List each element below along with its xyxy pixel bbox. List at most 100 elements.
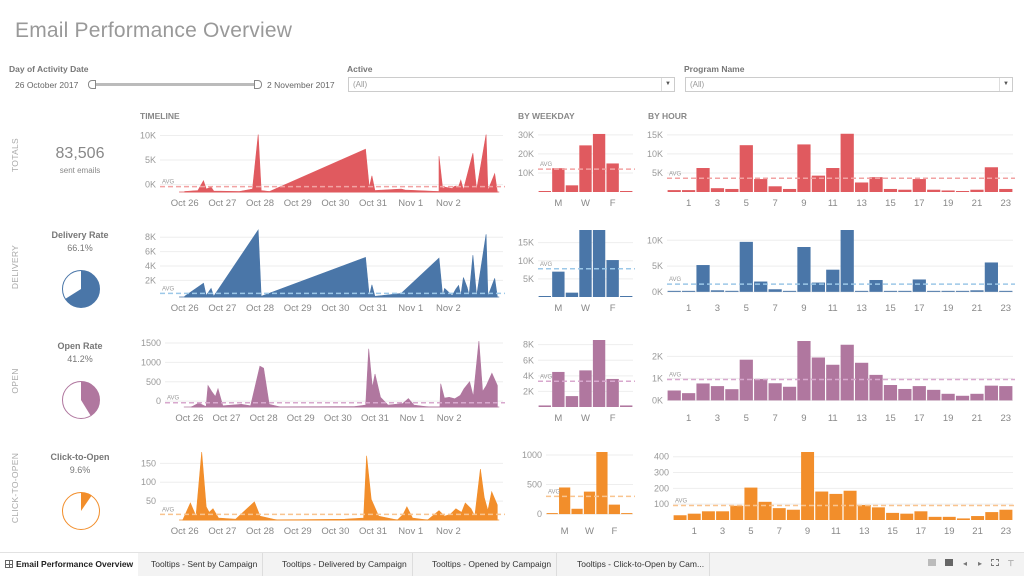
bar <box>754 379 768 401</box>
bar <box>912 179 926 192</box>
bar <box>928 516 942 520</box>
active-filter-dropdown[interactable]: (All) ▼ <box>348 77 675 92</box>
tab-tooltips-sent[interactable]: Tooltips - Sent by Campaign <box>146 553 264 576</box>
tab-tooltips-delivered[interactable]: Tooltips - Delivered by Campaign <box>277 553 413 576</box>
date-filter-start: 26 October 2017 <box>15 80 79 90</box>
average-label: AVG <box>162 507 175 513</box>
open-timeline-chart[interactable]: 0 500 1000 1500 Oct 26 Oct 27 Oct 28 Oct 29 Oct … <box>130 335 505 425</box>
fullscreen-icon[interactable] <box>990 559 1000 569</box>
x-tick-label: F <box>610 198 616 209</box>
y-tick-label: 0 <box>156 396 161 406</box>
y-tick-label: 6K <box>523 355 534 365</box>
delivery-weekday-chart[interactable]: 5K 10K 15K M W F AVG <box>510 225 635 315</box>
bar <box>826 269 840 292</box>
page-title: Email Performance Overview <box>15 19 293 42</box>
date-filter-label: Day of Activity Date <box>9 64 89 74</box>
bar <box>898 290 912 292</box>
bar <box>608 504 620 515</box>
totals-timeline-chart[interactable]: 0K 5K 10K Oct 26 Oct 27 Oct 28 Oct 29 Oct 30 Oct… <box>130 128 505 210</box>
average-label: AVG <box>669 277 682 283</box>
x-tick-label: W <box>581 413 590 424</box>
bar <box>941 393 955 401</box>
bar <box>942 516 956 520</box>
totals-hour-chart[interactable]: 5K10K15K1 3 5 7 9 11 13 15 17 19 21 23AVG <box>640 128 1015 210</box>
bar <box>744 487 758 520</box>
bar <box>782 386 797 401</box>
bar <box>596 452 608 515</box>
y-tick-label: 400 <box>654 452 669 462</box>
x-tick-label: 13 <box>856 303 867 314</box>
x-tick-label: 11 <box>828 198 838 209</box>
x-tick-label: 3 <box>720 526 725 537</box>
x-tick-label: W <box>581 303 590 314</box>
bar <box>620 296 633 297</box>
y-tick-label: 500 <box>527 480 542 490</box>
open-hour-chart[interactable]: 0K1K2K1 3 5 7 9 11 13 15 17 19 21 23AVG <box>640 335 1015 425</box>
date-slider-track[interactable] <box>92 83 258 86</box>
tab-tooltips-opened[interactable]: Tooltips - Opened by Campaign <box>427 553 558 576</box>
bar <box>857 504 871 520</box>
x-tick-label: Oct 31 <box>361 413 389 424</box>
bar <box>710 188 725 192</box>
totals-weekday-chart[interactable]: 10K 20K 30K M W F AVG <box>510 128 635 210</box>
row-label-totals: TOTALS <box>10 137 20 173</box>
x-tick-label: Nov 1 <box>398 526 423 537</box>
click-to-open-timeline-chart[interactable]: 50 100 150 Oct 26 Oct 27 Oct 28 Oct 29 Oct 30 Oc… <box>130 446 505 538</box>
open-weekday-chart[interactable]: 2K 4K 6K 8K M W F AVG <box>510 335 635 425</box>
bar <box>855 362 869 401</box>
bar <box>673 515 687 520</box>
bar <box>927 290 941 292</box>
x-tick-label: 7 <box>772 303 777 314</box>
bar <box>725 389 739 401</box>
bar <box>984 262 998 292</box>
bar <box>730 505 744 520</box>
x-tick-label: 21 <box>972 413 983 424</box>
next-icon[interactable]: ▸ <box>975 559 985 569</box>
bar <box>565 292 579 297</box>
delivery-timeline-chart[interactable]: 2K 4K 6K 8K Oct 26 Oct 27 Oct 28 Oct 29 Oct 30 Oc… <box>130 225 505 315</box>
bar <box>682 190 696 192</box>
x-tick-label: 3 <box>715 303 720 314</box>
single-view-icon[interactable] <box>944 559 954 569</box>
tab-tooltips-click-to-open[interactable]: Tooltips - Click-to-Open by Cam... <box>572 553 711 576</box>
bar <box>970 189 984 192</box>
area-series <box>191 340 498 408</box>
present-icon[interactable]: ⊤ <box>1006 559 1016 569</box>
open-rate-value: 41.2% <box>67 354 93 364</box>
click-to-open-hour-chart[interactable]: 1002003004001 3 5 7 9 11 13 15 17 19 21 23AVG <box>640 446 1015 538</box>
bar <box>768 383 782 401</box>
y-tick-label: 4K <box>523 371 534 381</box>
x-tick-label: 19 <box>943 198 954 209</box>
x-tick-label: 19 <box>943 303 954 314</box>
date-slider-end-handle[interactable] <box>254 80 262 89</box>
tab-email-performance-overview[interactable]: Email Performance Overview <box>0 553 139 576</box>
prev-icon[interactable]: ◂ <box>960 559 970 569</box>
x-tick-label: 15 <box>885 198 896 209</box>
x-tick-label: 13 <box>859 526 870 537</box>
bar <box>682 393 696 401</box>
x-tick-label: 5 <box>744 413 749 424</box>
bar <box>768 289 782 292</box>
x-tick-label: 9 <box>801 303 806 314</box>
bar <box>782 188 797 192</box>
delivery-hour-chart[interactable]: 0K5K10K1 3 5 7 9 11 13 15 17 19 21 23AVG <box>640 225 1015 315</box>
chevron-down-icon[interactable]: ▼ <box>999 78 1012 91</box>
grid-view-icon[interactable] <box>927 559 937 569</box>
x-tick-label: 5 <box>744 303 749 314</box>
chevron-down-icon[interactable]: ▼ <box>661 78 674 91</box>
x-tick-label: Oct 26 <box>171 526 199 537</box>
average-label: AVG <box>540 262 553 268</box>
y-tick-label: 10K <box>140 130 156 140</box>
bar <box>552 271 565 297</box>
date-slider-start-handle[interactable] <box>88 80 96 89</box>
y-tick-label: 8K <box>523 340 534 350</box>
x-tick-label: 7 <box>772 413 777 424</box>
bar <box>914 511 928 520</box>
click-to-open-weekday-chart[interactable]: 0 500 1000 M W F AVG <box>510 446 635 538</box>
bar <box>999 188 1013 192</box>
bar <box>710 290 725 292</box>
bar <box>687 513 701 520</box>
bar <box>606 163 619 192</box>
program-filter-dropdown[interactable]: (All) ▼ <box>685 77 1013 92</box>
bar <box>999 509 1013 520</box>
